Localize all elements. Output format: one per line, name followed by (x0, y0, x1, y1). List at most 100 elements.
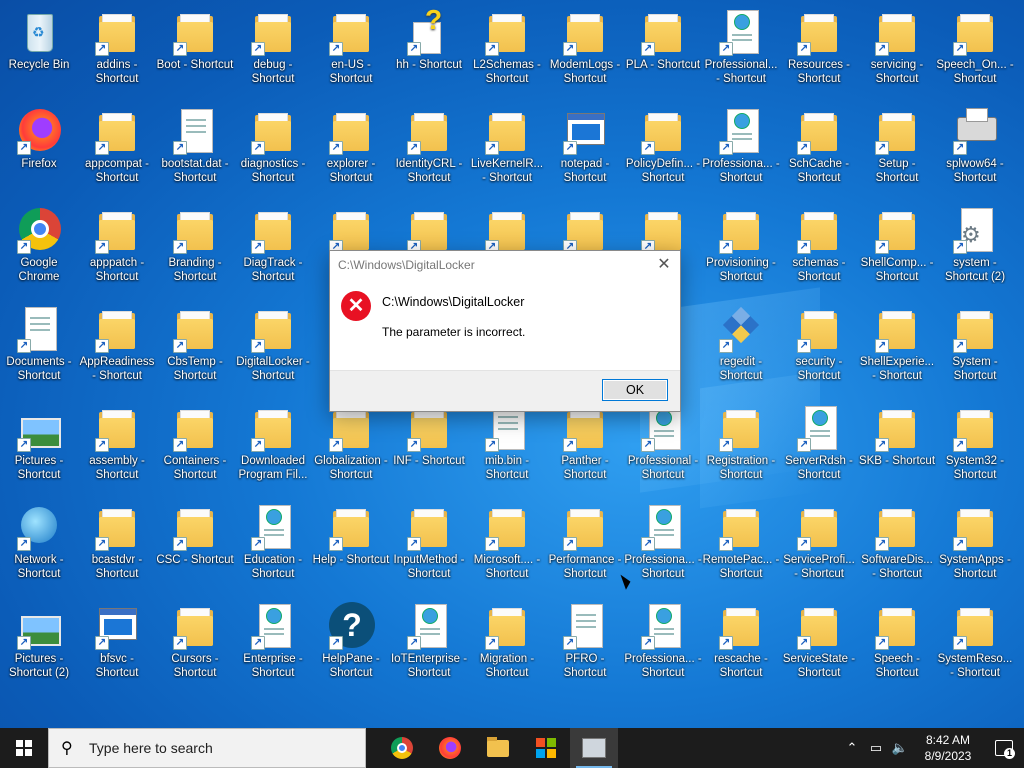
desktop-icon[interactable]: ↗ schemas - Shortcut (780, 204, 858, 303)
desktop-icon[interactable]: ↗ Setup - Shortcut (858, 105, 936, 204)
desktop-icon[interactable]: ↗ IdentityCRL - Shortcut (390, 105, 468, 204)
network-icon[interactable]: ▭ (864, 740, 888, 756)
desktop-icon[interactable]: ↗ SystemApps - Shortcut (936, 501, 1014, 600)
desktop-icon[interactable]: ↗ ShellComp... - Shortcut (858, 204, 936, 303)
desktop-icon[interactable]: ↗ System32 - Shortcut (936, 402, 1014, 501)
desktop-icon[interactable]: ↗ Downloaded Program Fil... (234, 402, 312, 501)
taskbar-active-window[interactable] (570, 728, 618, 768)
desktop-icon[interactable]: ↗ Firefox (0, 105, 78, 204)
desktop-icon[interactable]: ↗ CSC - Shortcut (156, 501, 234, 600)
desktop-icon[interactable]: ↗ regedit - Shortcut (702, 303, 780, 402)
desktop-icon[interactable]: ↗ SchCache - Shortcut (780, 105, 858, 204)
desktop-icon[interactable]: ↗ Provisioning - Shortcut (702, 204, 780, 303)
dialog-path-text: C:\Windows\DigitalLocker (382, 295, 525, 309)
desktop-icon[interactable]: ↗ Professional - Shortcut (624, 402, 702, 501)
desktop-icon[interactable]: ↗ IoTEnterprise - Shortcut (390, 600, 468, 699)
desktop-icon[interactable]: ↗ PLA - Shortcut (624, 6, 702, 105)
desktop-icon[interactable]: ↗ Cursors - Shortcut (156, 600, 234, 699)
desktop-icon[interactable]: ↗ Enterprise - Shortcut (234, 600, 312, 699)
desktop-icon[interactable]: ↗ Containers - Shortcut (156, 402, 234, 501)
desktop-icon[interactable]: ↗ AppReadiness - Shortcut (78, 303, 156, 402)
desktop-icon[interactable]: ↗ Documents - Shortcut (0, 303, 78, 402)
desktop-icon[interactable]: ↗ SystemReso... - Shortcut (936, 600, 1014, 699)
desktop-icon[interactable]: ↗ diagnostics - Shortcut (234, 105, 312, 204)
desktop-icon[interactable]: ↗ Boot - Shortcut (156, 6, 234, 105)
desktop-icon[interactable]: ↗ splwow64 - Shortcut (936, 105, 1014, 204)
desktop-icon[interactable]: ↗ apppatch - Shortcut (78, 204, 156, 303)
desktop-icon[interactable]: ↗ Pictures - Shortcut (0, 402, 78, 501)
desktop-icon[interactable]: ♻ Recycle Bin (0, 6, 78, 105)
desktop-icon[interactable]: ↗ System - Shortcut (936, 303, 1014, 402)
folder-icon: ↗ (795, 206, 843, 254)
taskbar-search-box[interactable]: ⚲ Type here to search (48, 728, 366, 768)
desktop-icon[interactable]: ? ↗ HelpPane - Shortcut (312, 600, 390, 699)
desktop-icon[interactable]: ↗ Professional... - Shortcut (702, 6, 780, 105)
desktop-icon[interactable]: ↗ ServiceState - Shortcut (780, 600, 858, 699)
clock-time: 8:42 AM (925, 733, 971, 747)
desktop-icon[interactable]: ↗ assembly - Shortcut (78, 402, 156, 501)
desktop-icon[interactable]: ↗ Network - Shortcut (0, 501, 78, 600)
desktop-icon[interactable]: ↗ en-US - Shortcut (312, 6, 390, 105)
start-button[interactable] (0, 728, 48, 768)
desktop-icon[interactable]: ↗ Help - Shortcut (312, 501, 390, 600)
desktop-icon[interactable]: ↗ explorer - Shortcut (312, 105, 390, 204)
desktop-icon[interactable]: ↗ L2Schemas - Shortcut (468, 6, 546, 105)
desktop-icon[interactable]: ↗ Globalization - Shortcut (312, 402, 390, 501)
desktop-icon[interactable]: ↗ notepad - Shortcut (546, 105, 624, 204)
taskbar-firefox[interactable] (426, 728, 474, 768)
desktop-icon[interactable]: ↗ bootstat.dat - Shortcut (156, 105, 234, 204)
desktop-icon[interactable]: ↗ ShellExperie... - Shortcut (858, 303, 936, 402)
desktop-icon[interactable]: ↗ DigitalLocker - Shortcut (234, 303, 312, 402)
taskbar-store[interactable] (522, 728, 570, 768)
desktop-icon[interactable]: ↗ INF - Shortcut (390, 402, 468, 501)
desktop-icon[interactable]: ↗ Professiona... - Shortcut (624, 501, 702, 600)
chevron-up-icon[interactable]: ⌃ (840, 740, 864, 756)
desktop-icon[interactable]: ↗ Education - Shortcut (234, 501, 312, 600)
taskbar-chrome[interactable] (378, 728, 426, 768)
desktop-icon-label: schemas - Shortcut (792, 257, 846, 283)
desktop-icon[interactable]: ↗ RemotePac... - Shortcut (702, 501, 780, 600)
desktop-icon[interactable]: ↗ addins - Shortcut (78, 6, 156, 105)
desktop-icon[interactable]: ↗ debug - Shortcut (234, 6, 312, 105)
desktop-icon[interactable]: ↗ Speech - Shortcut (858, 600, 936, 699)
desktop-icon[interactable]: ↗ Registration - Shortcut (702, 402, 780, 501)
desktop-icon[interactable]: ↗ Speech_On... - Shortcut (936, 6, 1014, 105)
clock[interactable]: 8:42 AM 8/9/2023 (912, 732, 984, 764)
desktop-icon[interactable]: ↗ Resources - Shortcut (780, 6, 858, 105)
desktop-icon[interactable]: ↗ Pictures - Shortcut (2) (0, 600, 78, 699)
desktop-icon[interactable]: ↗ ModemLogs - Shortcut (546, 6, 624, 105)
desktop-icon[interactable]: ↗ Branding - Shortcut (156, 204, 234, 303)
desktop-icon[interactable]: ↗ Migration - Shortcut (468, 600, 546, 699)
desktop-icon[interactable]: ↗ appcompat - Shortcut (78, 105, 156, 204)
desktop-icon[interactable]: ↗ ServiceProfi... - Shortcut (780, 501, 858, 600)
desktop-icon[interactable]: ↗ servicing - Shortcut (858, 6, 936, 105)
taskbar-file-explorer[interactable] (474, 728, 522, 768)
desktop-icon[interactable]: ↗ SKB - Shortcut (858, 402, 936, 501)
desktop-icon[interactable]: ↗ rescache - Shortcut (702, 600, 780, 699)
shortcut-arrow-icon: ↗ (95, 339, 109, 353)
desktop-icon[interactable]: ↗ Professiona... - Shortcut (624, 600, 702, 699)
desktop-icon[interactable]: ↗ CbsTemp - Shortcut (156, 303, 234, 402)
desktop-icon[interactable]: ↗ bcastdvr - Shortcut (78, 501, 156, 600)
desktop-icon[interactable]: ? ↗ hh - Shortcut (390, 4, 468, 105)
desktop-icon[interactable]: ↗ SoftwareDis... - Shortcut (858, 501, 936, 600)
desktop-icon[interactable]: ↗ bfsvc - Shortcut (78, 600, 156, 699)
desktop-icon[interactable]: ↗ InputMethod - Shortcut (390, 501, 468, 600)
action-center-button[interactable]: 1 (984, 728, 1024, 768)
desktop-icon[interactable]: ↗ DiagTrack - Shortcut (234, 204, 312, 303)
desktop-icon[interactable]: ⚙ ↗ system - Shortcut (2) (936, 204, 1014, 303)
desktop-icon[interactable]: ↗ mib.bin - Shortcut (468, 402, 546, 501)
desktop-icon[interactable]: ↗ security - Shortcut (780, 303, 858, 402)
desktop-icon[interactable]: ↗ Microsoft.... - Shortcut (468, 501, 546, 600)
desktop-icon[interactable]: ↗ Google Chrome (0, 204, 78, 303)
desktop-icon[interactable]: ↗ PFRO - Shortcut (546, 600, 624, 699)
desktop-icon[interactable]: ↗ Panther - Shortcut (546, 402, 624, 501)
desktop-icon[interactable]: ↗ ServerRdsh - Shortcut (780, 402, 858, 501)
desktop-icon[interactable]: ↗ Professiona... - Shortcut (702, 105, 780, 204)
volume-icon[interactable]: 🔈 (888, 740, 912, 756)
dialog-close-button[interactable]: ✕ (654, 255, 674, 275)
desktop-icon[interactable]: ↗ PolicyDefin... - Shortcut (624, 105, 702, 204)
desktop-icon[interactable]: ↗ Performance - Shortcut (546, 501, 624, 600)
ok-button[interactable]: OK (602, 379, 668, 401)
desktop-icon[interactable]: ↗ LiveKernelR... - Shortcut (468, 105, 546, 204)
